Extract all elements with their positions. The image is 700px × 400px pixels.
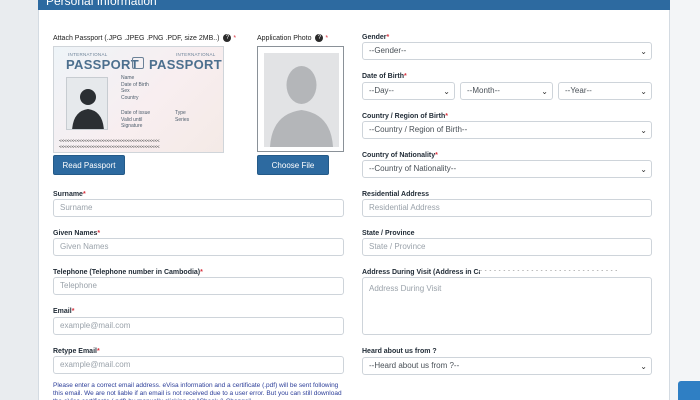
heard-about-select[interactable]: --Heard about us from ?-- ⌄: [362, 357, 652, 375]
nationality-label-text: Country of Nationality: [362, 152, 436, 159]
application-photo-placeholder: [257, 46, 344, 152]
given-names-label-text: Given Names: [53, 230, 98, 237]
chevron-down-icon: ⌄: [640, 362, 647, 371]
retype-email-label-text: Retype Email: [53, 348, 97, 355]
country-birth-value: --Country / Region of Birth--: [369, 125, 468, 134]
photo-label-text: Application Photo: [257, 34, 312, 42]
nationality-select[interactable]: --Country of Nationality-- ⌄: [362, 160, 652, 178]
state-province-input[interactable]: State / Province: [362, 238, 652, 256]
help-icon[interactable]: ?: [223, 34, 232, 42]
chevron-down-icon: ⌄: [640, 165, 647, 174]
required-mark: *: [82, 191, 86, 198]
dob-year-select[interactable]: --Year-- ⌄: [558, 82, 652, 100]
surname-label-text: Surname: [53, 191, 83, 198]
retype-email-label: Retype Email*: [53, 348, 100, 355]
page-margin: [670, 0, 700, 400]
dob-day-value: --Day--: [369, 86, 394, 95]
heard-about-value: --Heard about us from ?--: [369, 361, 460, 370]
section-header: Personal Information: [38, 0, 670, 10]
emblem-icon: [132, 57, 144, 69]
pp-field-series: Series: [175, 116, 190, 123]
surname-input[interactable]: Surname: [53, 199, 344, 217]
email-label-text: Email: [53, 308, 72, 315]
visit-address-textarea[interactable]: Address During Visit: [362, 277, 652, 335]
required-mark: *: [325, 34, 329, 42]
scroll-to-top-button[interactable]: [678, 381, 700, 400]
required-mark: *: [200, 269, 203, 276]
country-birth-label-text: Country / Region of Birth: [362, 113, 446, 120]
gender-select-value: --Gender--: [369, 46, 407, 55]
email-note: Please enter a correct email address. eV…: [53, 382, 342, 400]
passport-label: Attach Passport (.JPG .JPEG .PNG .PDF, s…: [53, 34, 236, 42]
telephone-label-text: Telephone (Telephone number in Cambodia): [53, 269, 201, 276]
required-mark: *: [233, 34, 237, 42]
dob-day-select[interactable]: --Day-- ⌄: [362, 82, 455, 100]
email-label: Email*: [53, 308, 74, 315]
state-label: State / Province: [362, 230, 415, 237]
telephone-input[interactable]: Telephone: [53, 277, 344, 295]
visit-address-label: Address During Visit (Address in Camb: [362, 269, 493, 276]
telephone-label: Telephone (Telephone number in Cambodia)…: [53, 269, 203, 276]
passport-fields-bottom-left: Date of issue Valid until Signature: [121, 110, 150, 130]
nationality-label: Country of Nationality*: [362, 152, 438, 159]
pp-field-country: Country: [121, 94, 139, 101]
read-passport-button[interactable]: Read Passport: [53, 155, 125, 175]
required-mark: *: [445, 113, 448, 120]
dob-month-value: --Month--: [467, 86, 500, 95]
dob-label-text: Date of Birth: [362, 73, 404, 80]
required-mark: *: [71, 308, 75, 315]
passport-mrz-1: <<<<<<<<<<<<<<<<<<<<<<<<<<<<<<<<<<<<<<<<: [59, 139, 160, 144]
help-icon[interactable]: ?: [315, 34, 324, 42]
gender-label: Gender*: [362, 34, 389, 41]
retype-email-input[interactable]: example@mail.com: [53, 356, 344, 374]
surname-label: Surname*: [53, 191, 86, 198]
residential-address-input[interactable]: Residential Address: [362, 199, 652, 217]
chevron-down-icon: ⌄: [640, 87, 647, 96]
required-mark: *: [435, 152, 438, 159]
email-input[interactable]: example@mail.com: [53, 317, 344, 335]
given-names-input[interactable]: Given Names: [53, 238, 344, 256]
passport-title-right: PASSPORT: [149, 57, 222, 72]
country-birth-label: Country / Region of Birth*: [362, 113, 448, 120]
photo-label: Application Photo ? *: [257, 34, 328, 42]
passport-title-left: PASSPORT: [66, 57, 139, 72]
residential-label: Residential Address: [362, 191, 430, 198]
passport-fields-bottom-right: Type Series: [175, 110, 189, 123]
section-title: Personal Information: [46, 0, 157, 8]
nationality-value: --Country of Nationality--: [369, 164, 457, 173]
person-silhouette-icon: [258, 47, 343, 151]
required-mark: *: [404, 73, 407, 80]
required-mark: *: [386, 34, 390, 41]
dob-year-value: --Year--: [565, 86, 592, 95]
country-birth-select[interactable]: --Country / Region of Birth-- ⌄: [362, 121, 652, 139]
dob-month-select[interactable]: --Month-- ⌄: [460, 82, 553, 100]
required-mark: *: [97, 230, 101, 237]
passport-person-icon: [66, 77, 108, 130]
choose-file-button[interactable]: Choose File: [257, 155, 329, 175]
pp-field-signature: Signature: [121, 123, 143, 129]
pp-field-issue: Date of issue: [121, 110, 151, 116]
gender-select[interactable]: --Gender-- ⌄: [362, 42, 652, 60]
heard-label: Heard about us from ?: [362, 348, 437, 355]
chevron-down-icon: ⌄: [640, 126, 647, 135]
passport-mrz-2: <<<<<<<<<<<<<<<<<<<<<<<<<<<<<<<<<<<<<<<<: [59, 145, 160, 150]
gender-label-text: Gender: [362, 34, 387, 41]
required-mark: *: [96, 348, 100, 355]
passport-label-text: Attach Passport (.JPG .JPEG .PNG .PDF, s…: [53, 34, 220, 42]
given-names-label: Given Names*: [53, 230, 100, 237]
dob-label: Date of Birth*: [362, 73, 407, 80]
passport-fields-top: Name Date of Birth Sex Country: [121, 75, 149, 101]
chevron-down-icon: ⌄: [640, 47, 647, 56]
chevron-down-icon: ⌄: [443, 87, 450, 96]
passport-sample-image: INTERNATIONAL PASSPORT INTERNATIONAL PAS…: [53, 46, 224, 153]
chevron-down-icon: ⌄: [541, 87, 548, 96]
